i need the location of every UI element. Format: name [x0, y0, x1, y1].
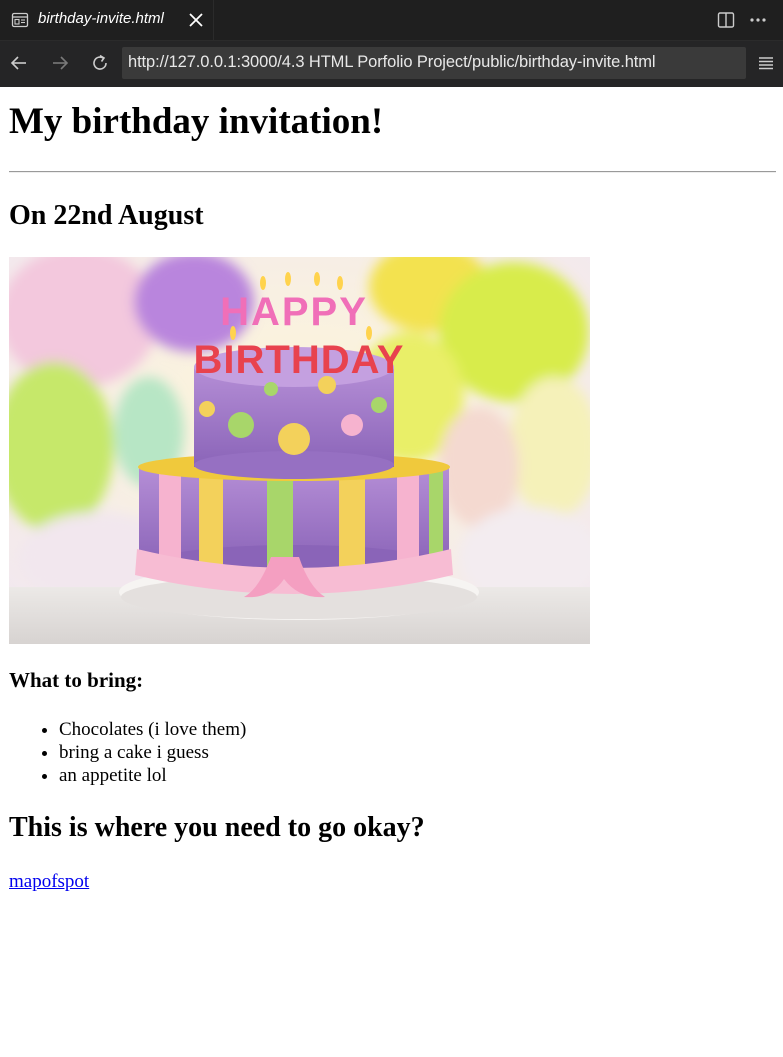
arrow-left-icon[interactable] [8, 52, 30, 74]
preview-icon [11, 12, 29, 28]
list-item: Chocolates (i love them) [59, 718, 246, 741]
horizontal-rule [9, 171, 776, 173]
split-editor-icon[interactable] [716, 10, 736, 30]
page-title: My birthday invitation! [9, 101, 384, 142]
svg-text:BIRTHDAY: BIRTHDAY [194, 338, 405, 382]
where-heading: This is where you need to go okay? [9, 812, 425, 843]
bring-heading: What to bring: [9, 668, 144, 692]
birthday-cake-image: HAPPY BIRTHDAY [9, 257, 590, 644]
svg-text:HAPPY: HAPPY [220, 290, 368, 334]
date-heading: On 22nd August [9, 200, 204, 231]
hamburger-menu-icon[interactable] [756, 53, 776, 73]
ellipsis-icon[interactable] [748, 10, 768, 30]
url-bar[interactable]: http://127.0.0.1:3000/4.3 HTML Porfolio … [122, 47, 746, 79]
editor-tab[interactable]: birthday-invite.html [0, 0, 214, 40]
browser-toolbar: http://127.0.0.1:3000/4.3 HTML Porfolio … [0, 40, 783, 87]
url-text[interactable]: http://127.0.0.1:3000/4.3 HTML Porfolio … [128, 53, 656, 72]
map-link[interactable]: mapofspot [9, 871, 89, 893]
list-item: an appetite lol [59, 764, 246, 787]
arrow-right-icon[interactable] [49, 52, 71, 74]
bring-list: Chocolates (i love them) bring a cake i … [59, 718, 246, 787]
tab-title: birthday-invite.html [38, 10, 164, 27]
reload-icon[interactable] [89, 52, 111, 74]
close-icon[interactable] [186, 10, 206, 30]
editor-tab-strip: birthday-invite.html [0, 0, 783, 40]
list-item: bring a cake i guess [59, 741, 246, 764]
web-page: My birthday invitation! On 22nd August H… [0, 87, 783, 1057]
